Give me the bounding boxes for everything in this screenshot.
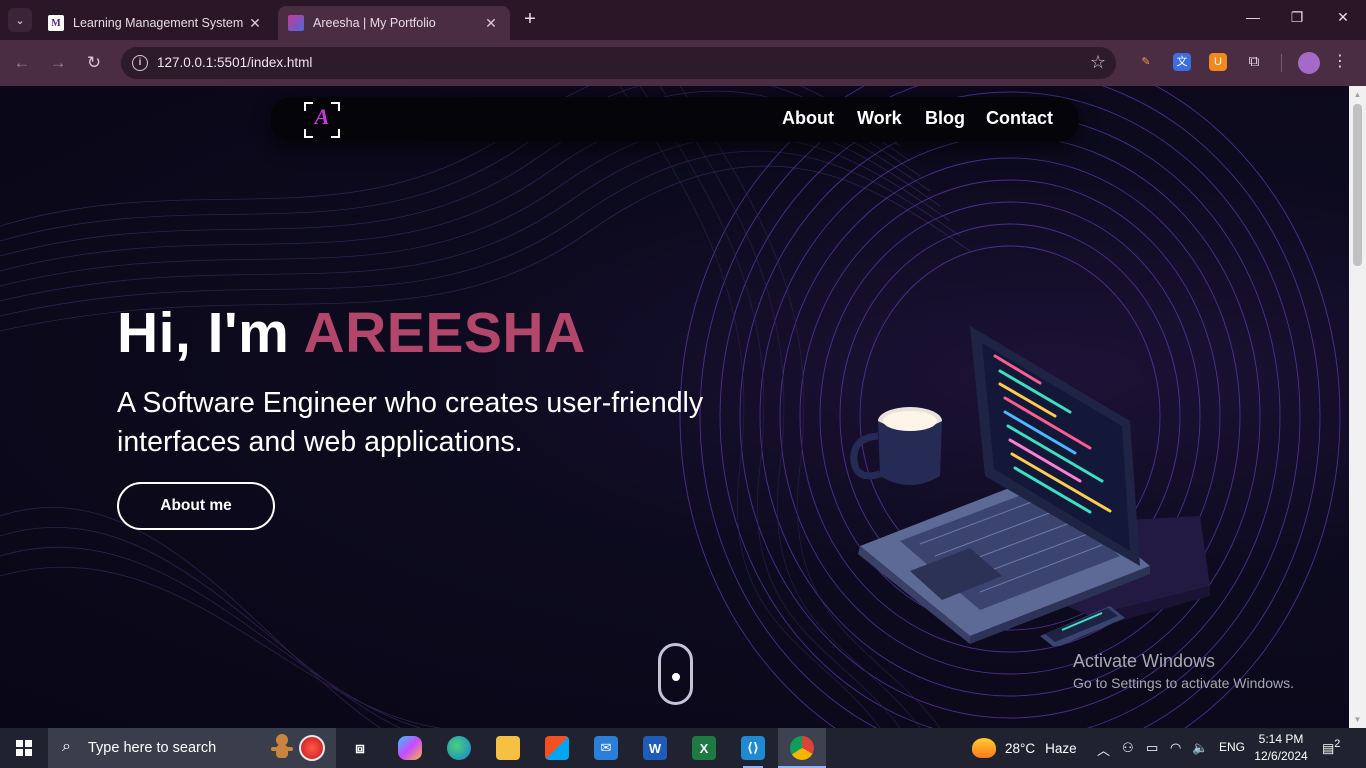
- tab-title: Learning Management System: [73, 16, 244, 30]
- close-tab-icon[interactable]: ✕: [482, 15, 500, 32]
- chrome-button[interactable]: [778, 728, 826, 768]
- nav-link-contact[interactable]: Contact: [986, 108, 1053, 129]
- page-scrollbar[interactable]: ▲ ▼: [1349, 86, 1366, 728]
- close-window-button[interactable]: ✕: [1320, 9, 1366, 31]
- clock-time: 5:14 PM: [1258, 732, 1304, 746]
- portfolio-favicon-icon: [288, 15, 304, 31]
- excel-button[interactable]: X: [680, 728, 728, 768]
- excel-icon: X: [692, 736, 716, 760]
- store-icon: [545, 736, 569, 760]
- translate-extension-icon[interactable]: 文: [1173, 53, 1191, 71]
- profile-avatar[interactable]: [1298, 52, 1320, 74]
- tab-title: Areesha | My Portfolio: [313, 16, 436, 30]
- site-navbar: A About Work Blog Contact: [270, 97, 1079, 142]
- wifi-icon[interactable]: ◠: [1170, 740, 1181, 756]
- taskbar-search[interactable]: ⌕ Type here to search: [48, 728, 336, 768]
- extensions-puzzle-icon[interactable]: ⧉: [1245, 53, 1263, 71]
- chrome-icon: [790, 736, 814, 760]
- task-view-icon: ⧈: [355, 739, 365, 757]
- lms-favicon-icon: M: [48, 15, 64, 31]
- nav-link-blog[interactable]: Blog: [925, 108, 965, 129]
- volume-icon[interactable]: 🔈: [1192, 740, 1208, 756]
- bookmark-star-icon[interactable]: ☆: [1090, 52, 1106, 73]
- meet-now-icon[interactable]: ⚇: [1122, 740, 1134, 756]
- copilot-icon: [398, 736, 422, 760]
- microsoft-store-button[interactable]: [533, 728, 581, 768]
- activate-windows-watermark: Activate Windows Go to Settings to activ…: [1073, 651, 1294, 691]
- scroll-dot-icon: [672, 673, 680, 681]
- pen-extension-icon[interactable]: ✎: [1137, 53, 1155, 71]
- start-button[interactable]: [0, 728, 48, 768]
- browser-toolbar: ← → ↻ i 127.0.0.1:5501/index.html ☆ ✎ 文 …: [0, 40, 1366, 86]
- nav-link-work[interactable]: Work: [857, 108, 902, 129]
- vscode-button[interactable]: ⟨⟩: [729, 728, 777, 768]
- laptop-illustration: [850, 326, 1210, 646]
- hero-heading: Hi, I'm AREESHA: [117, 300, 586, 366]
- notification-count: 2: [1334, 738, 1341, 750]
- activate-title: Activate Windows: [1073, 651, 1216, 671]
- scroll-up-icon[interactable]: ▲: [1353, 90, 1362, 99]
- logo-letter: A: [314, 104, 330, 129]
- mail-button[interactable]: ✉: [582, 728, 630, 768]
- toolbar-divider: [1281, 54, 1282, 72]
- ornament-icon: [299, 735, 325, 761]
- edge-icon: [447, 736, 471, 760]
- restore-button[interactable]: ❐: [1274, 9, 1320, 31]
- tab-portfolio[interactable]: Areesha | My Portfolio ✕: [278, 6, 510, 40]
- scroll-down-icon[interactable]: ▼: [1353, 715, 1362, 724]
- clock-date: 12/6/2024: [1254, 749, 1308, 763]
- word-icon: W: [643, 736, 667, 760]
- copilot-button[interactable]: [386, 728, 434, 768]
- windows-logo-icon: [16, 740, 32, 756]
- browser-menu-icon[interactable]: ⋮: [1330, 51, 1350, 71]
- shield-extension-icon[interactable]: U: [1209, 53, 1227, 71]
- search-placeholder: Type here to search: [88, 740, 217, 756]
- address-bar[interactable]: i 127.0.0.1:5501/index.html ☆: [121, 47, 1116, 79]
- notification-center-button[interactable]: ▤2: [1322, 738, 1344, 758]
- mail-icon: ✉: [594, 736, 618, 760]
- notification-icon: ▤: [1322, 740, 1335, 756]
- tab-search-button[interactable]: ⌄: [8, 8, 32, 32]
- site-info-icon[interactable]: i: [132, 55, 148, 71]
- search-icon: ⌕: [62, 738, 71, 755]
- file-explorer-button[interactable]: [484, 728, 532, 768]
- edge-button[interactable]: [435, 728, 483, 768]
- reload-button[interactable]: ↻: [83, 52, 105, 74]
- url-text[interactable]: 127.0.0.1:5501/index.html: [157, 55, 312, 70]
- tab-learning-management-system[interactable]: M Learning Management System ✕: [38, 6, 274, 40]
- hero-subtitle: A Software Engineer who creates user-fri…: [117, 387, 704, 458]
- hero-greeting: Hi, I'm: [117, 301, 304, 365]
- weather-condition: Haze: [1045, 740, 1077, 756]
- windows-taskbar: ⌕ Type here to search ⧈ ✉ W X ⟨⟩ 28°C Ha…: [0, 728, 1366, 768]
- minimize-button[interactable]: —: [1230, 9, 1276, 31]
- scrollbar-thumb[interactable]: [1353, 104, 1362, 266]
- activate-subtitle: Go to Settings to activate Windows.: [1073, 675, 1294, 691]
- folder-icon: [496, 736, 520, 760]
- forward-button[interactable]: →: [47, 52, 69, 74]
- hero-name: AREESHA: [303, 301, 586, 365]
- page-viewport: A About Work Blog Contact Hi, I'm AREESH…: [0, 86, 1349, 728]
- nav-link-about[interactable]: About: [782, 108, 834, 129]
- site-logo[interactable]: A: [304, 102, 340, 138]
- back-button[interactable]: ←: [11, 52, 33, 74]
- gingerbread-icon: [271, 734, 293, 758]
- weather-temp: 28°C: [1005, 740, 1036, 756]
- tab-strip: ⌄ M Learning Management System ✕ Areesha…: [0, 0, 1366, 40]
- about-me-button[interactable]: About me: [117, 482, 275, 530]
- close-tab-icon[interactable]: ✕: [246, 15, 264, 32]
- scroll-down-indicator[interactable]: [658, 643, 693, 705]
- language-indicator[interactable]: ENG: [1219, 740, 1245, 754]
- task-view-button[interactable]: ⧈: [336, 728, 384, 768]
- weather-haze-icon: [972, 738, 996, 758]
- show-hidden-icons-chevron-icon[interactable]: ︿: [1097, 740, 1110, 759]
- word-button[interactable]: W: [631, 728, 679, 768]
- new-tab-button[interactable]: +: [518, 9, 542, 31]
- weather-widget[interactable]: 28°C Haze: [972, 728, 1077, 768]
- system-clock[interactable]: 5:14 PM 12/6/2024: [1251, 731, 1311, 765]
- battery-icon[interactable]: ▭: [1146, 740, 1158, 756]
- vscode-icon: ⟨⟩: [741, 736, 765, 760]
